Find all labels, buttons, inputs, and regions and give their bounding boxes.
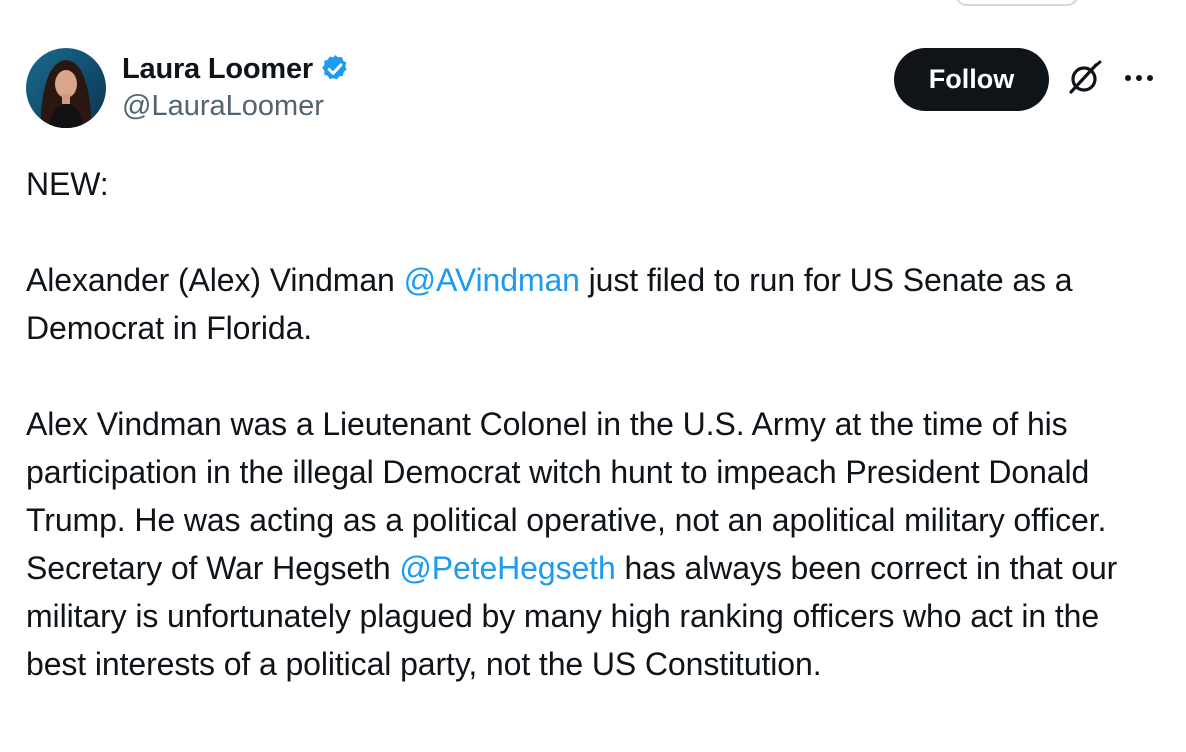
tweet-paragraph-1: NEW:	[26, 160, 1166, 208]
author-block: Laura Loomer @LauraLoomer	[122, 50, 351, 123]
follow-button[interactable]: Follow	[894, 48, 1049, 111]
tweet-text: NEW: Alexander (Alex) Vindman @AVindman …	[26, 160, 1166, 688]
tweet-paragraph-3: Alex Vindman was a Lieutenant Colonel in…	[26, 400, 1166, 688]
more-options-icon[interactable]	[1122, 68, 1156, 88]
mention-link-petehegseth[interactable]: @PeteHegseth	[399, 550, 615, 586]
verified-badge-icon[interactable]	[319, 53, 351, 85]
top-button-edge[interactable]	[955, 0, 1079, 6]
author-display-name[interactable]: Laura Loomer	[122, 53, 313, 86]
tweet-paragraph-2: Alexander (Alex) Vindman @AVindman just …	[26, 256, 1166, 352]
grok-icon[interactable]	[1064, 59, 1104, 99]
tweet-text-segment: NEW:	[26, 166, 109, 202]
tweet-page: Laura Loomer @LauraLoomer Follow NEW: Al…	[0, 0, 1186, 752]
author-handle[interactable]: @LauraLoomer	[122, 90, 351, 123]
avatar[interactable]	[26, 48, 106, 128]
name-row: Laura Loomer	[122, 50, 351, 88]
tweet-text-segment: Alexander (Alex) Vindman	[26, 262, 404, 298]
mention-link-avindman[interactable]: @AVindman	[404, 262, 580, 298]
